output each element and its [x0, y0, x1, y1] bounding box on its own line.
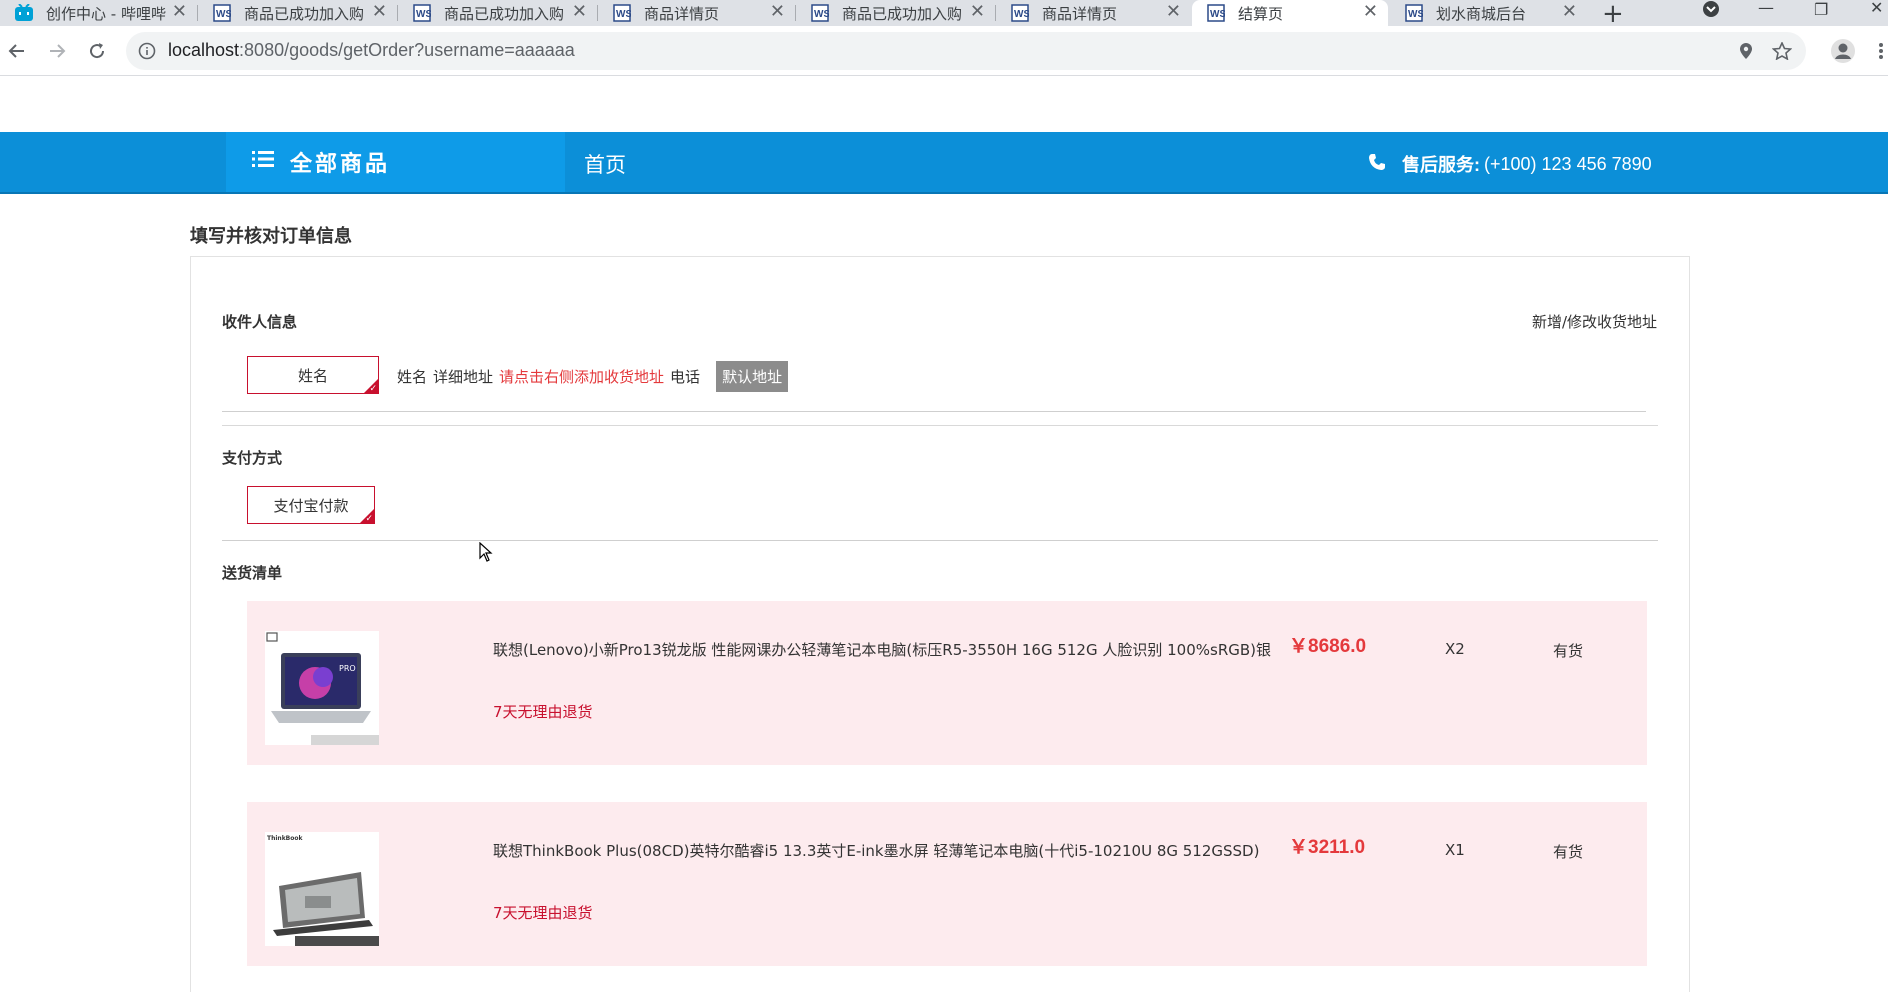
webstorm-icon: WS: [810, 4, 830, 22]
check-icon: ✓: [365, 514, 373, 524]
divider: [222, 540, 1658, 541]
profile-avatar-icon[interactable]: [1830, 38, 1856, 64]
close-icon[interactable]: ✕: [770, 1, 785, 22]
forward-icon[interactable]: [46, 40, 68, 62]
restore-icon[interactable]: ❐: [1814, 0, 1828, 19]
close-icon[interactable]: ✕: [172, 1, 187, 22]
payment-alipay-option[interactable]: 支付宝付款 ✓: [247, 486, 375, 524]
svg-text:ThinkBook: ThinkBook: [267, 835, 304, 842]
tab-cart-added-1[interactable]: WS 商品已成功加入购 ✕: [198, 0, 398, 26]
address-label: 详细地址: [433, 368, 494, 386]
url-text[interactable]: localhost:8080/goods/getOrder?username=a…: [168, 40, 575, 61]
product-quantity: X2: [1445, 640, 1465, 658]
location-icon[interactable]: [1738, 42, 1754, 64]
mouse-cursor-icon: [479, 541, 493, 566]
webstorm-icon: WS: [612, 4, 632, 22]
delivery-item: PRO 联想(Lenovo)小新Pro13锐龙版 性能网课办公轻薄笔记本电脑(标…: [247, 601, 1647, 765]
default-address-badge[interactable]: 默认地址: [716, 361, 789, 392]
delivery-section-label: 送货清单: [222, 564, 283, 582]
new-tab-icon[interactable]: +: [1602, 0, 1624, 29]
webstorm-icon: WS: [1206, 4, 1226, 22]
tab-admin[interactable]: WS 划水商城后台 ✕: [1390, 0, 1587, 26]
close-icon[interactable]: ✕: [372, 1, 387, 22]
svg-text:PRO: PRO: [339, 664, 356, 673]
back-icon[interactable]: [6, 40, 28, 62]
receiver-select-box[interactable]: 姓名 ✓: [247, 356, 379, 394]
product-image-laptop[interactable]: PRO: [265, 631, 379, 745]
browser-tab-strip: 创作中心 - 哔哩哔 ✕ WS 商品已成功加入购 ✕ WS 商品已成功加入购 ✕…: [0, 0, 1888, 29]
product-name[interactable]: 联想(Lenovo)小新Pro13锐龙版 性能网课办公轻薄笔记本电脑(标压R5-…: [493, 639, 1283, 660]
receiver-name: 姓名: [397, 368, 428, 386]
bookmark-star-icon[interactable]: [1771, 41, 1793, 64]
webstorm-icon: WS: [1404, 4, 1424, 22]
tab-checkout[interactable]: WS 结算页 ✕: [1192, 0, 1388, 26]
divider: [222, 411, 1646, 412]
svg-text:WS: WS: [1014, 9, 1029, 20]
payment-section-label: 支付方式: [222, 449, 283, 467]
info-icon[interactable]: [138, 42, 156, 64]
close-icon[interactable]: ✕: [1562, 1, 1577, 22]
stock-status: 有货: [1553, 642, 1584, 660]
return-policy: 7天无理由退货: [493, 703, 593, 721]
tab-goods-detail-1[interactable]: WS 商品详情页 ✕: [598, 0, 796, 26]
browser-toolbar: localhost:8080/goods/getOrder?username=a…: [0, 26, 1888, 76]
address-hint: 请点击右侧添加收货地址: [499, 368, 665, 386]
page-title: 填写并核对订单信息: [190, 226, 352, 247]
divider: [222, 425, 1658, 426]
svg-text:WS: WS: [616, 9, 631, 20]
site-nav-bar: 全部商品 首页 售后服务: (+100) 123 456 7890: [0, 132, 1888, 194]
receiver-section-label: 收件人信息: [222, 313, 298, 331]
return-policy: 7天无理由退货: [493, 904, 593, 922]
receiver-address-line: 姓名 详细地址 请点击右侧添加收货地址 电话 默认地址: [397, 361, 789, 392]
svg-text:WS: WS: [814, 9, 829, 20]
all-goods-menu[interactable]: 全部商品: [226, 132, 565, 192]
menu-kebab-icon[interactable]: [1870, 40, 1888, 62]
product-name[interactable]: 联想ThinkBook Plus(08CD)英特尔酷睿i5 13.3英寸E-in…: [493, 840, 1283, 861]
tab-cart-added-3[interactable]: WS 商品已成功加入购 ✕: [796, 0, 996, 26]
close-icon[interactable]: ✕: [572, 1, 587, 22]
product-image-thinkbook[interactable]: ThinkBook: [265, 832, 379, 946]
window-close-icon[interactable]: ✕: [1870, 0, 1883, 17]
svg-text:WS: WS: [416, 9, 431, 20]
webstorm-icon: WS: [412, 4, 432, 22]
phone-label: 电话: [670, 368, 701, 386]
order-panel: 收件人信息 新增/修改收货地址 姓名 ✓ 姓名 详细地址 请点击右侧添加收货地址…: [190, 256, 1690, 992]
check-icon: ✓: [369, 384, 377, 394]
svg-text:WS: WS: [1210, 9, 1225, 20]
address-bar[interactable]: localhost:8080/goods/getOrder?username=a…: [126, 32, 1806, 70]
product-price: ￥8686.0: [1289, 636, 1367, 657]
product-quantity: X1: [1445, 841, 1465, 859]
webstorm-icon: WS: [212, 4, 232, 22]
close-icon[interactable]: ✕: [970, 1, 985, 22]
bilibili-icon: [14, 4, 34, 22]
tab-cart-added-2[interactable]: WS 商品已成功加入购 ✕: [398, 0, 598, 26]
after-sales-service: 售后服务: (+100) 123 456 7890: [1368, 151, 1652, 177]
svg-text:WS: WS: [1408, 9, 1423, 20]
nav-home-link[interactable]: 首页: [584, 149, 626, 179]
tab-goods-detail-2[interactable]: WS 商品详情页 ✕: [996, 0, 1191, 26]
product-price: ￥3211.0: [1289, 837, 1366, 858]
delivery-item: ThinkBook 联想ThinkBook Plus(08CD)英特尔酷睿i5 …: [247, 802, 1647, 966]
tab-bilibili[interactable]: 创作中心 - 哔哩哔 ✕: [0, 0, 198, 26]
svg-text:WS: WS: [216, 9, 231, 20]
list-icon: [252, 149, 274, 175]
stock-status: 有货: [1553, 843, 1584, 861]
webstorm-icon: WS: [1010, 4, 1030, 22]
tab-search-icon[interactable]: [1702, 0, 1720, 22]
edit-address-link[interactable]: 新增/修改收货地址: [1532, 311, 1657, 332]
phone-icon: [1368, 153, 1386, 176]
close-icon[interactable]: ✕: [1166, 1, 1181, 22]
close-icon[interactable]: ✕: [1363, 1, 1378, 22]
reload-icon[interactable]: [86, 40, 108, 62]
minimize-icon[interactable]: —: [1758, 0, 1774, 17]
